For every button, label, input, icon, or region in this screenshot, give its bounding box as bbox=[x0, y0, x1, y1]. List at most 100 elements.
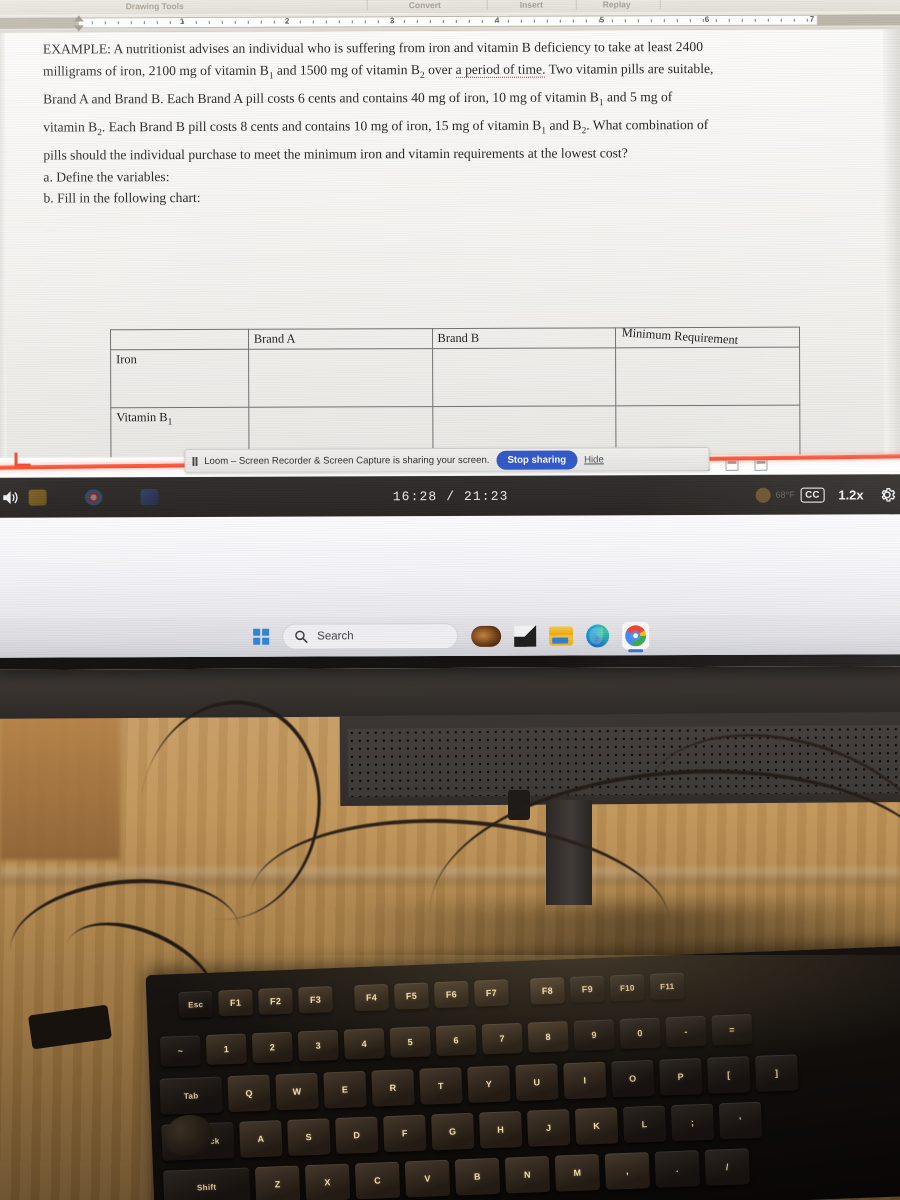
ruler-tick bbox=[91, 21, 93, 25]
ruler-tick bbox=[572, 19, 574, 23]
answer-chart-table[interactable]: Brand A Brand B Minimum Requirement Iron… bbox=[110, 321, 801, 458]
keyboard-key: Esc bbox=[178, 990, 214, 1018]
ruler-tick bbox=[455, 19, 457, 23]
keyboard-key: B bbox=[454, 1157, 501, 1196]
paragraph-line-4: vitamin B2. Each Brand B pill costs 8 ce… bbox=[43, 116, 709, 139]
ruler-tick bbox=[520, 19, 522, 23]
ruler-tick bbox=[195, 20, 197, 24]
hide-link[interactable]: Hide bbox=[584, 454, 604, 465]
keyboard-key: U bbox=[515, 1063, 559, 1102]
keyboard-key: ~ bbox=[159, 1035, 201, 1067]
ruler-tick bbox=[130, 21, 132, 25]
keyboard-key: ; bbox=[670, 1103, 715, 1142]
closed-captions-button[interactable]: CC bbox=[800, 487, 825, 503]
keyboard-key: C bbox=[354, 1161, 401, 1200]
table-cell[interactable] bbox=[248, 348, 433, 408]
ruler-tick bbox=[598, 19, 600, 23]
keyboard-key: W bbox=[275, 1072, 319, 1111]
table-header-brand-b: Brand B bbox=[432, 327, 616, 349]
ruler-tick bbox=[559, 19, 561, 23]
spelling-grammar-underline: a period of time. bbox=[455, 61, 546, 78]
ruler-tick bbox=[312, 20, 314, 24]
keyboard-key: F bbox=[383, 1114, 427, 1153]
keyboard-key: F4 bbox=[354, 983, 390, 1012]
physical-keyboard: Esc F1 F2 F3 F4 F5 F6 F7 F8 F9 F10 F11 ~1 2 3 4 5 6 7 8 9 0-… bbox=[145, 944, 900, 1200]
keyboard-key: P bbox=[659, 1057, 703, 1096]
keyboard-key: F7 bbox=[473, 979, 509, 1007]
ruler-tick bbox=[676, 19, 678, 23]
search-input[interactable]: Search bbox=[282, 622, 459, 650]
playback-speed-button[interactable]: 1.2x bbox=[838, 487, 863, 502]
paragraph-line-5: pills should the individual purchase to … bbox=[43, 145, 628, 163]
table-cell[interactable] bbox=[615, 347, 800, 406]
document-body-text: EXAMPLE: A nutritionist advises an indiv… bbox=[43, 35, 864, 209]
pause-icon bbox=[192, 456, 198, 466]
table-cell[interactable] bbox=[432, 347, 617, 407]
keyboard-key: 0 bbox=[619, 1017, 661, 1050]
active-app-indicator bbox=[628, 649, 644, 652]
keyboard-key: 6 bbox=[435, 1024, 477, 1057]
paragraph-line-1: EXAMPLE: A nutritionist advises an indiv… bbox=[42, 39, 704, 57]
ruler-number: 5 bbox=[599, 15, 605, 25]
ribbon-tab-drawing-tools[interactable]: Drawing Tools bbox=[126, 1, 184, 11]
hanging-indent-marker[interactable] bbox=[73, 25, 84, 32]
question-item-b: b. Fill in the following chart: bbox=[43, 190, 201, 206]
ruler-tick bbox=[273, 20, 275, 24]
sharing-message: Loom – Screen Recorder & Screen Capture … bbox=[204, 454, 490, 467]
ribbon-tab-convert[interactable]: Convert bbox=[409, 0, 441, 10]
chrome-icon[interactable] bbox=[622, 621, 650, 652]
ruler-tick bbox=[741, 18, 743, 22]
keyboard-key: , bbox=[604, 1152, 651, 1190]
keyboard-key: Shift bbox=[163, 1167, 251, 1200]
table-row: Iron bbox=[110, 347, 800, 408]
weather-widget-bleed: 68°F bbox=[755, 487, 795, 503]
table-corner-cell bbox=[110, 329, 249, 350]
table-header-row: Brand A Brand B Minimum Requirement bbox=[110, 321, 800, 354]
ruler-tick bbox=[507, 19, 509, 23]
word-document-page[interactable]: EXAMPLE: A nutritionist advises an indiv… bbox=[0, 29, 900, 458]
ruler-tick bbox=[806, 18, 808, 22]
keyboard-key: 7 bbox=[481, 1022, 523, 1055]
settings-gear-icon[interactable] bbox=[878, 485, 897, 504]
keyboard-key: ' bbox=[718, 1101, 763, 1140]
keyboard-key: Z bbox=[254, 1165, 301, 1200]
ruler-tick bbox=[156, 21, 158, 25]
window-icon bbox=[725, 458, 739, 471]
ruler-tick bbox=[611, 19, 613, 23]
search-icon bbox=[295, 630, 308, 643]
ruler-tick bbox=[234, 20, 236, 24]
ruler-tick bbox=[325, 20, 327, 24]
ruler-tick bbox=[429, 20, 431, 24]
ruler-tick bbox=[637, 19, 639, 23]
app-icon[interactable] bbox=[514, 625, 537, 647]
ruler-tick bbox=[338, 20, 340, 24]
keyboard-key: N bbox=[504, 1155, 551, 1194]
edge-icon[interactable] bbox=[586, 623, 610, 647]
stop-sharing-button[interactable]: Stop sharing bbox=[496, 450, 578, 470]
ruler-tick bbox=[728, 18, 730, 22]
keyboard-key: [ bbox=[707, 1056, 751, 1094]
file-explorer-icon[interactable] bbox=[549, 626, 574, 646]
ruler-left-margin bbox=[0, 17, 78, 29]
ruler-tick bbox=[585, 19, 587, 23]
ruler-tick bbox=[221, 20, 223, 24]
ribbon-tab-insert[interactable]: Insert bbox=[520, 0, 543, 9]
ruler-tick bbox=[247, 20, 249, 24]
ruler-tick bbox=[481, 19, 483, 23]
ruler-tick bbox=[546, 19, 548, 23]
loom-reaction-strip bbox=[0, 514, 900, 618]
windows-start-icon[interactable] bbox=[253, 628, 270, 645]
copilot-icon[interactable] bbox=[471, 625, 502, 647]
keyboard-key: F11 bbox=[649, 972, 685, 1000]
keyboard-key: O bbox=[611, 1059, 655, 1098]
first-line-indent-marker[interactable] bbox=[73, 15, 84, 22]
table-header-brand-a: Brand A bbox=[248, 328, 433, 350]
search-placeholder: Search bbox=[317, 630, 354, 643]
keyboard-key: F5 bbox=[394, 982, 429, 1010]
ribbon-tab-replay[interactable]: Replay bbox=[603, 0, 631, 9]
keyboard-key: T bbox=[419, 1067, 463, 1105]
ruler-tick bbox=[286, 20, 288, 24]
ruler-tick bbox=[689, 19, 691, 23]
ruler-tick bbox=[793, 18, 795, 22]
keyboard-key: F8 bbox=[529, 977, 565, 1005]
